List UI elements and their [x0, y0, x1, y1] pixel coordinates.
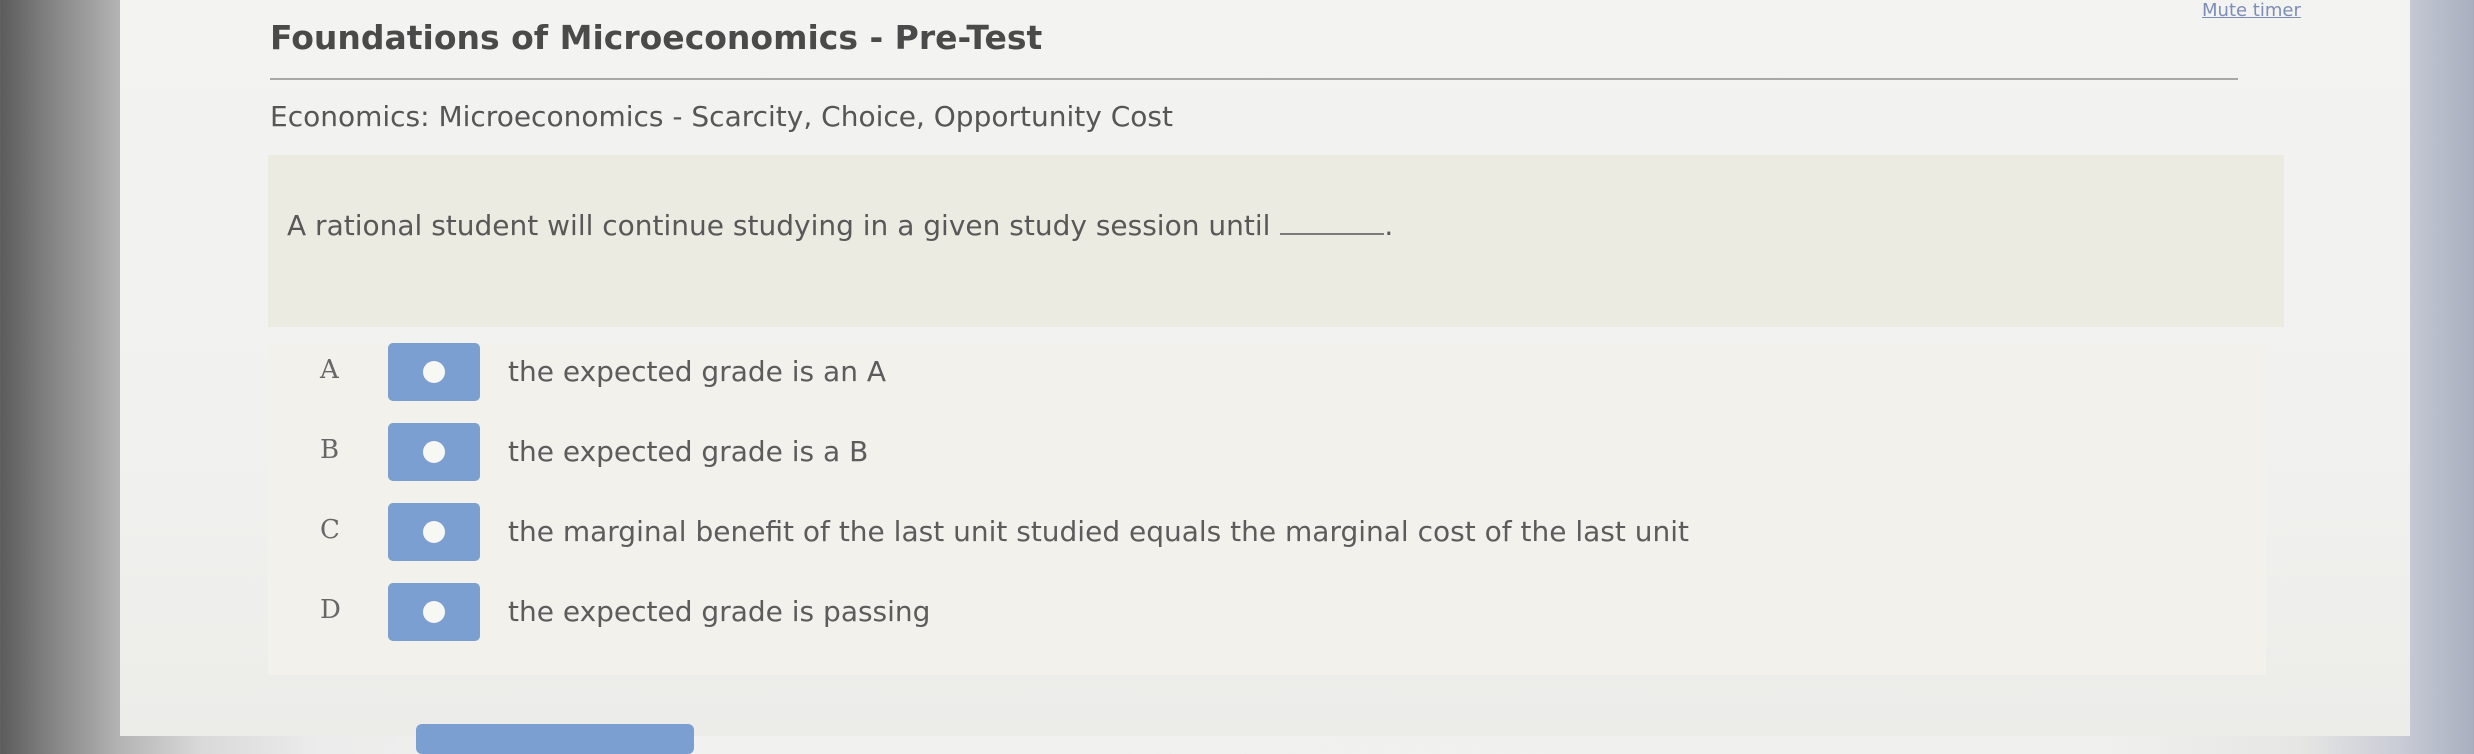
- choice-text: the expected grade is passing: [508, 595, 931, 628]
- title-divider: [270, 78, 2238, 80]
- question-text: A rational student will continue studyin…: [287, 209, 1271, 242]
- page-title: Foundations of Microeconomics - Pre-Test: [270, 18, 1043, 57]
- choice-letter: B: [320, 435, 340, 465]
- radio-circle-icon: [423, 441, 445, 463]
- choice-b-radio-button[interactable]: [388, 423, 480, 481]
- choice-text: the expected grade is a B: [508, 435, 869, 468]
- choice-b[interactable]: B the expected grade is a B: [300, 423, 2100, 483]
- choice-letter: A: [320, 355, 339, 385]
- choice-d[interactable]: D the expected grade is passing: [300, 583, 2100, 643]
- radio-circle-icon: [423, 521, 445, 543]
- blank-suffix: .: [1384, 209, 1394, 242]
- choice-a[interactable]: A the expected grade is an A: [300, 343, 2100, 403]
- radio-circle-icon: [423, 361, 445, 383]
- page-subtitle: Economics: Microeconomics - Scarcity, Ch…: [270, 100, 1173, 133]
- choice-a-radio-button[interactable]: [388, 343, 480, 401]
- submit-button[interactable]: [416, 724, 694, 754]
- choice-letter: C: [320, 515, 340, 545]
- answer-blank: [1280, 205, 1385, 235]
- question-prompt: A rational student will continue studyin…: [287, 205, 1393, 242]
- choice-text: the marginal benefit of the last unit st…: [508, 515, 1689, 548]
- mute-timer-link[interactable]: Mute timer: [2202, 0, 2301, 21]
- choice-c-radio-button[interactable]: [388, 503, 480, 561]
- choice-letter: D: [320, 595, 341, 625]
- choice-c[interactable]: C the marginal benefit of the last unit …: [300, 503, 2100, 563]
- choice-text: the expected grade is an A: [508, 355, 886, 388]
- radio-circle-icon: [423, 601, 445, 623]
- choice-d-radio-button[interactable]: [388, 583, 480, 641]
